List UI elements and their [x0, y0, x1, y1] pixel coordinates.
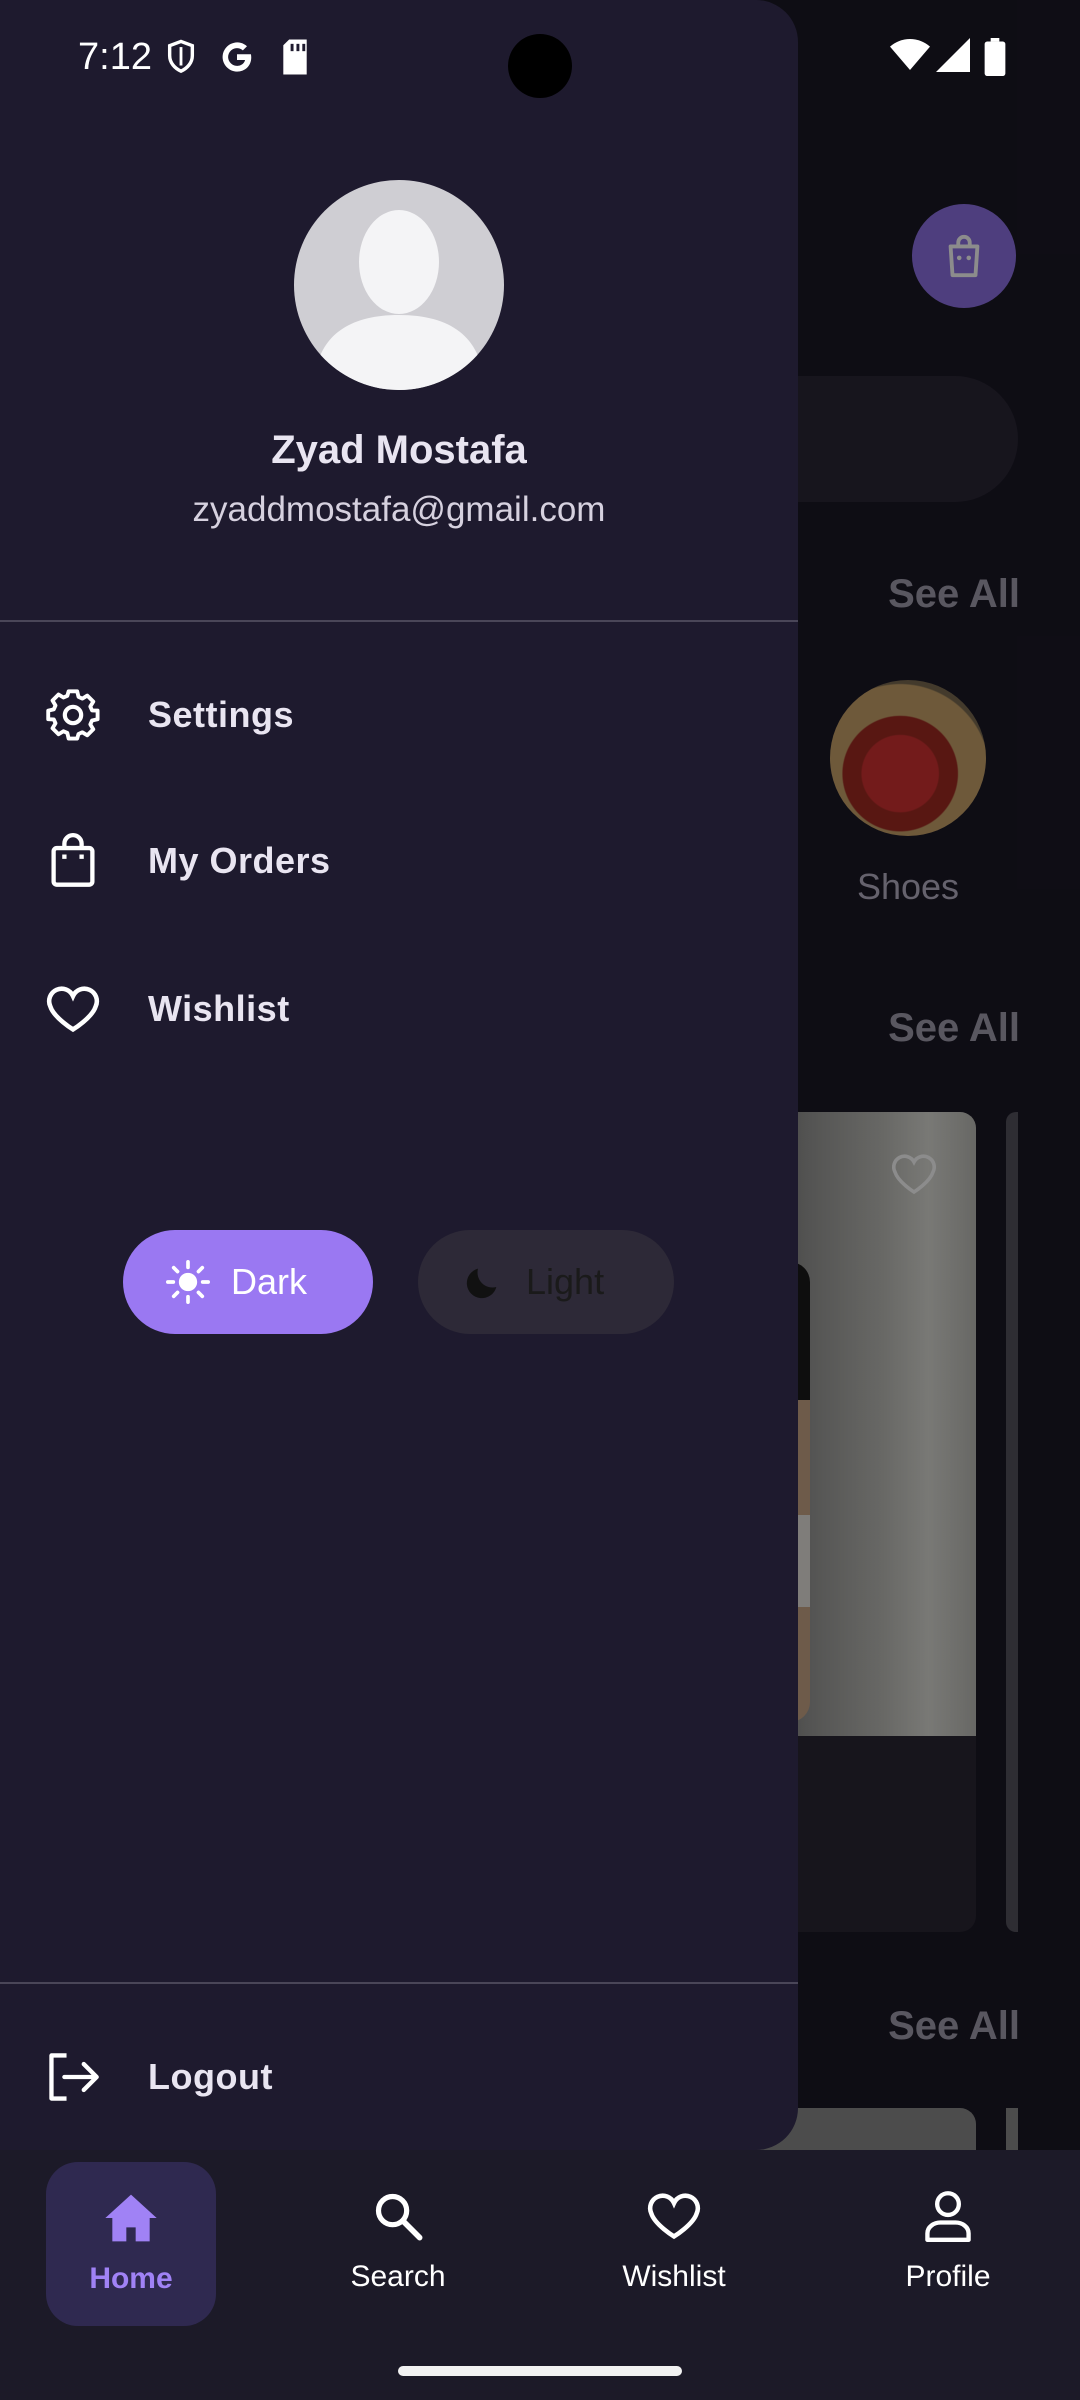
bottom-navigation-bar: Home Search Wishlist Profile [0, 2150, 1080, 2400]
sun-icon [165, 1259, 211, 1305]
gear-icon [42, 684, 104, 746]
theme-light-button[interactable]: Light [418, 1230, 674, 1334]
menu-item-wishlist[interactable]: Wishlist [0, 954, 798, 1064]
clock: 7:12 [78, 36, 152, 78]
status-bar: 7:12 [0, 0, 1080, 120]
nav-item-profile[interactable]: Profile [838, 2150, 1058, 2320]
menu-item-label: My Orders [148, 840, 331, 881]
navigation-drawer: Zyad Mostafa zyaddmostafa@gmail.com Sett… [0, 0, 798, 2150]
nav-item-search[interactable]: Search [288, 2150, 508, 2320]
search-icon [368, 2186, 428, 2246]
nav-label: Wishlist [622, 2260, 726, 2293]
theme-dark-button[interactable]: Dark [123, 1230, 373, 1334]
menu-item-my-orders[interactable]: My Orders [0, 806, 798, 916]
user-name: Zyad Mostafa [271, 428, 527, 472]
avatar[interactable] [294, 180, 504, 390]
nav-label: Profile [905, 2260, 991, 2293]
battery-icon [984, 38, 1006, 81]
nav-label: Home [89, 2262, 173, 2295]
heart-icon [644, 2186, 704, 2246]
home-indicator[interactable] [398, 2366, 682, 2376]
menu-item-label: Settings [148, 694, 295, 735]
user-email: zyaddmostafa@gmail.com [192, 490, 606, 529]
person-silhouette-icon [314, 210, 484, 390]
drawer-header-divider [0, 620, 798, 622]
heart-icon [42, 978, 104, 1040]
menu-item-settings[interactable]: Settings [0, 660, 798, 770]
wifi-icon [890, 38, 930, 77]
drawer-footer-divider [0, 1982, 798, 1984]
google-icon [218, 38, 256, 81]
sd-card-icon [280, 38, 310, 81]
nav-item-wishlist[interactable]: Wishlist [564, 2150, 784, 2320]
nav-label: Search [350, 2260, 446, 2293]
person-icon [918, 2186, 978, 2246]
logout-icon [42, 2046, 104, 2108]
nav-item-home[interactable]: Home [46, 2162, 216, 2326]
theme-light-label: Light [526, 1261, 605, 1302]
shield-icon [164, 38, 198, 81]
logout-button[interactable]: Logout [0, 2022, 798, 2132]
theme-dark-label: Dark [231, 1261, 308, 1302]
home-icon [101, 2188, 161, 2248]
camera-cutout [508, 34, 572, 98]
signal-icon [936, 38, 970, 77]
moon-icon [460, 1259, 506, 1305]
logout-label: Logout [148, 2056, 273, 2097]
shopping-bag-icon [42, 830, 104, 892]
menu-item-label: Wishlist [148, 988, 290, 1029]
